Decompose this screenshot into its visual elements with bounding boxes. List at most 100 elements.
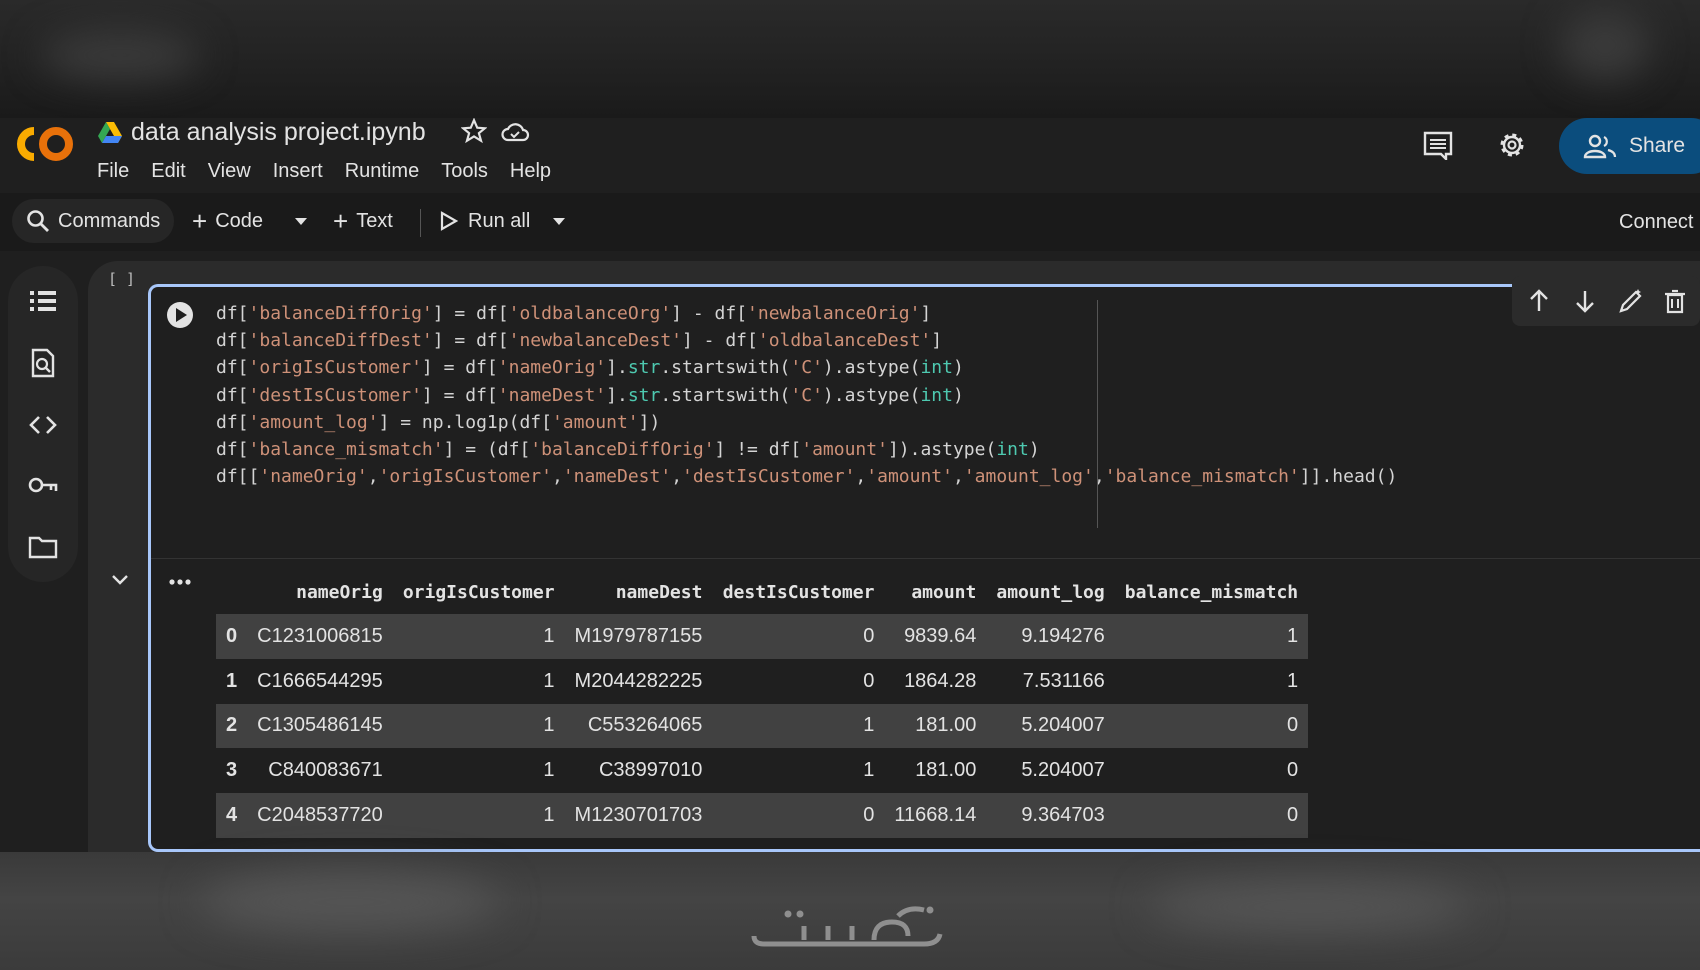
table-cell: 0	[712, 614, 885, 659]
code-line: df['balance_mismatch'] = (df['balanceDif…	[216, 436, 1397, 463]
code-token: 'nameDest'	[562, 466, 672, 488]
code-editor[interactable]: df['balanceDiffOrig'] = df['oldbalanceOr…	[216, 300, 1397, 490]
menu-bar: File Edit View Insert Runtime Tools Help	[97, 160, 573, 183]
code-token: ] - df[	[682, 330, 758, 352]
code-line: df['destIsCustomer'] = df['nameDest'].st…	[216, 382, 1397, 409]
table-cell: 9.194276	[986, 614, 1115, 659]
code-token: 'destIsCustomer'	[248, 384, 422, 406]
code-token: ]	[920, 303, 932, 324]
table-cell: 1	[863, 759, 875, 782]
code-token: ]].head()	[1299, 466, 1398, 488]
menu-runtime[interactable]: Runtime	[345, 160, 419, 183]
code-token: ,	[855, 466, 867, 488]
notebook-title[interactable]: data analysis project.ipynb	[131, 118, 426, 147]
add-code-button[interactable]: + Code	[192, 199, 263, 243]
code-line: df['amount_log'] = np.log1p(df['amount']…	[216, 409, 1397, 436]
code-token: )	[952, 357, 964, 379]
table-cell: 1	[392, 614, 565, 659]
code-token: df[	[216, 303, 249, 324]
code-token: 'origIsCustomer'	[248, 357, 422, 379]
run-cell-icon[interactable]	[166, 301, 194, 329]
commands-button[interactable]: Commands	[12, 199, 174, 243]
code-token: int	[920, 357, 953, 379]
table-cell: 0	[1114, 793, 1309, 838]
table-cell: 1	[392, 703, 565, 749]
secrets-key-icon[interactable]	[28, 470, 58, 500]
code-token: 'destIsCustomer'	[682, 466, 856, 488]
commands-label: Commands	[58, 209, 161, 232]
menu-file[interactable]: File	[97, 160, 129, 183]
folder-icon[interactable]	[28, 532, 58, 562]
table-cell: 9.364703	[986, 793, 1115, 838]
code-token: ] - df[	[671, 303, 748, 324]
table-cell: 0	[1287, 759, 1299, 782]
chevron-down-icon[interactable]	[110, 572, 130, 588]
gear-icon[interactable]	[1496, 129, 1528, 161]
row-index: 0	[216, 614, 248, 659]
left-sidebar	[8, 266, 78, 582]
table-cell: 0	[1114, 703, 1309, 749]
edit-pencil-icon[interactable]	[1618, 288, 1644, 314]
code-line: df['balanceDiffDest'] = df['newbalanceDe…	[216, 327, 1397, 354]
code-token: ,	[551, 466, 563, 488]
table-cell: 7.531166	[1022, 669, 1105, 692]
share-button[interactable]: Share	[1559, 118, 1700, 174]
cell-toolbar	[1512, 276, 1700, 326]
move-down-icon[interactable]	[1572, 288, 1598, 314]
code-token: int	[920, 384, 953, 406]
code-token: 'nameOrig'	[497, 357, 607, 379]
star-icon[interactable]	[461, 118, 487, 144]
code-token: 'balance_mismatch'	[248, 438, 444, 460]
connect-button[interactable]: Connect	[1619, 211, 1694, 234]
table-cell: 1864.28	[904, 669, 977, 692]
top-blur-frame	[0, 0, 1700, 118]
run-all-dropdown-icon[interactable]	[552, 217, 566, 227]
table-cell: M1230701703	[564, 793, 713, 838]
colab-logo-icon[interactable]	[14, 124, 76, 164]
code-token: ])	[638, 411, 661, 433]
drive-icon	[98, 122, 122, 143]
find-in-document-icon[interactable]	[28, 348, 58, 378]
code-token: 'C'	[790, 384, 823, 406]
table-row: 3 C840083671 1 C38997010 1 181.00 5.204007 0	[216, 748, 1308, 793]
code-token: ] = np.log1p(df[	[378, 411, 552, 433]
code-token: ].	[606, 384, 628, 406]
menu-insert[interactable]: Insert	[273, 160, 323, 183]
watermark-logo	[751, 906, 943, 947]
code-token: 'balance_mismatch'	[1104, 466, 1300, 488]
search-icon	[27, 210, 49, 232]
cloud-saved-icon[interactable]	[500, 120, 530, 144]
menu-tools[interactable]: Tools	[441, 160, 488, 183]
table-header-row: nameOrig origIsCustomer nameDest destIsC…	[216, 570, 1308, 614]
table-cell: 5.204007	[1021, 759, 1105, 782]
table-cell: 0	[863, 669, 875, 692]
code-token: ] = df[	[421, 357, 498, 379]
add-text-button[interactable]: + Text	[333, 199, 393, 243]
code-token: ] = df[	[432, 303, 509, 324]
menu-help[interactable]: Help	[510, 160, 551, 183]
table-of-contents-icon[interactable]	[28, 286, 58, 316]
header: data analysis project.ipynb File Edit Vi…	[0, 118, 1700, 193]
run-all-button[interactable]: Run all	[440, 199, 530, 243]
people-icon	[1583, 134, 1617, 159]
move-up-icon[interactable]	[1526, 288, 1552, 314]
menu-edit[interactable]: Edit	[151, 160, 185, 183]
code-line: df['origIsCustomer'] = df['nameOrig'].st…	[216, 354, 1397, 381]
code-line: df['balanceDiffOrig'] = df['oldbalanceOr…	[216, 300, 1397, 327]
code-token: .startswith(	[660, 384, 791, 406]
output-more-icon[interactable]	[168, 578, 192, 586]
code-token: 'C'	[790, 357, 823, 379]
table-row: 1 C1666544295 1 M2044282225 0 1864.28 7.531166…	[216, 659, 1308, 704]
code-dropdown-icon[interactable]	[294, 217, 308, 227]
comment-icon[interactable]	[1422, 130, 1454, 160]
table-cell: C553264065	[564, 703, 713, 749]
table-cell: M1979787155	[564, 614, 713, 659]
code-token: ] = df[	[432, 330, 509, 352]
share-label: Share	[1629, 134, 1686, 157]
delete-trash-icon[interactable]	[1662, 288, 1688, 314]
plus-icon: +	[333, 205, 349, 236]
code-token: .startswith(	[660, 357, 791, 379]
code-snippets-icon[interactable]	[28, 410, 58, 440]
menu-view[interactable]: View	[208, 160, 251, 183]
run-all-label: Run all	[468, 209, 531, 232]
